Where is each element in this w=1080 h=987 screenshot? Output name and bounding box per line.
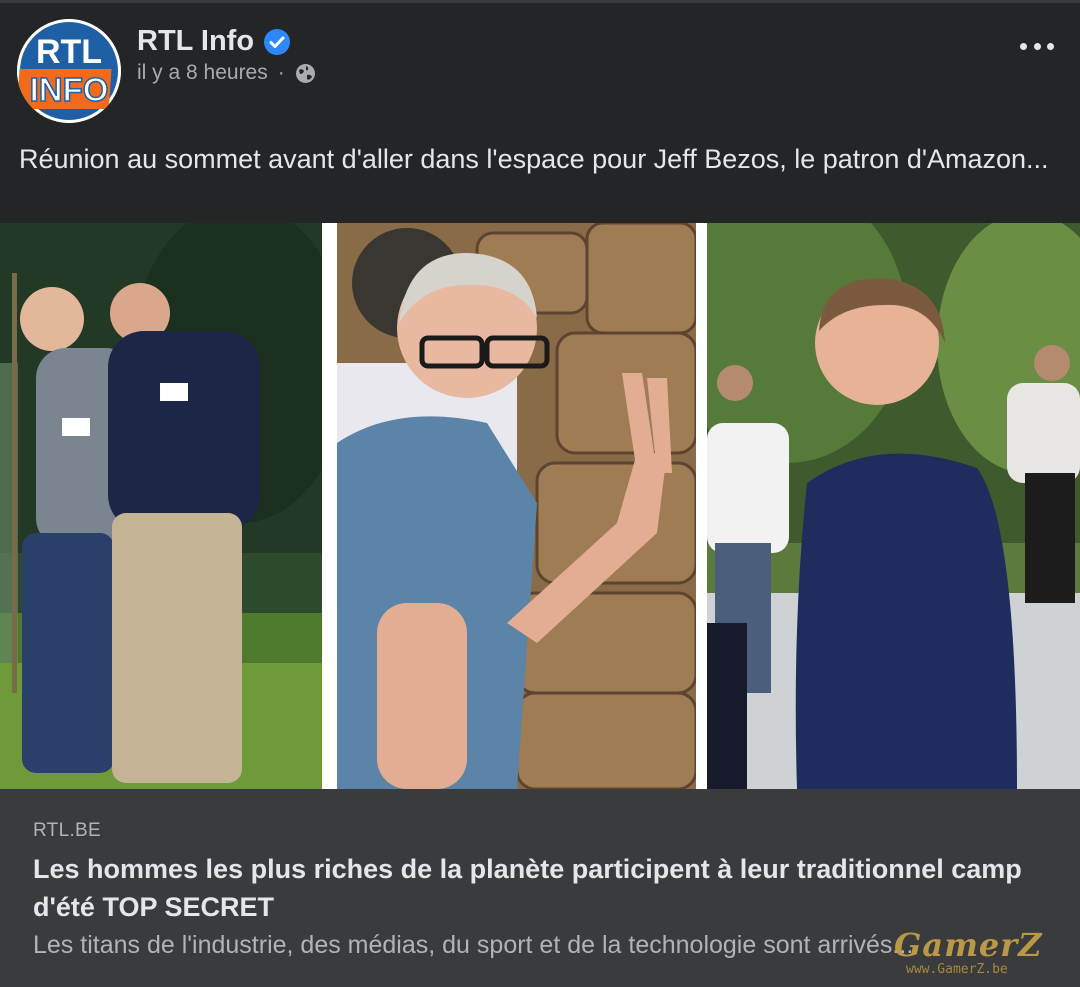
more-dot <box>1033 42 1041 50</box>
photo-right <box>707 223 1080 789</box>
avatar-text-top: RTL <box>36 33 102 71</box>
verified-badge-icon <box>264 28 291 55</box>
link-title[interactable]: Les hommes les plus riches de la planète… <box>33 850 1053 926</box>
more-options-icon[interactable] <box>1020 36 1054 56</box>
watermark-logo: GamerZ <box>894 926 1043 964</box>
watermark-url: www.GamerZ.be <box>906 962 1008 977</box>
rtl-info-logo: RTL INFO <box>17 19 121 123</box>
page-avatar[interactable]: RTL INFO <box>17 19 121 123</box>
more-dot <box>1047 42 1054 50</box>
meta-separator: · <box>277 61 285 84</box>
avatar-text-bottom: INFO <box>30 71 109 108</box>
post-caption: Réunion au sommet avant d'aller dans l'e… <box>19 144 1049 174</box>
photo-left <box>0 223 322 789</box>
post-timestamp[interactable]: il y a 8 heures <box>137 61 268 85</box>
photo-middle <box>337 223 696 789</box>
post-card: RTL INFO RTL Info il y a 8 heures · Réun… <box>0 0 1080 987</box>
link-domain: RTL.BE <box>33 820 101 841</box>
page-name-row: RTL Info <box>137 25 291 58</box>
more-dot <box>1020 42 1027 50</box>
top-divider <box>0 0 1080 3</box>
globe-icon[interactable] <box>295 63 316 84</box>
post-meta: il y a 8 heures · <box>137 61 316 85</box>
post-image-collage[interactable] <box>0 223 1080 789</box>
page-name[interactable]: RTL Info <box>137 25 254 58</box>
